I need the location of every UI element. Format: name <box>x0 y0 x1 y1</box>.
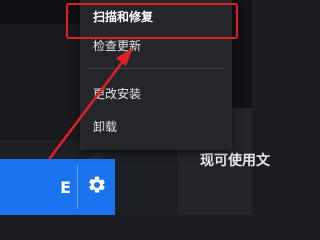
primary-action-button[interactable]: E <box>0 159 77 215</box>
menu-item-uninstall[interactable]: 卸载 <box>80 114 232 140</box>
availability-banner: 现可使用文 <box>200 153 270 169</box>
app-left-panel <box>0 24 80 148</box>
settings-button[interactable] <box>78 159 115 215</box>
gear-icon <box>87 175 107 199</box>
menu-divider <box>88 68 224 69</box>
primary-action-bar: E <box>0 159 115 215</box>
annotation-highlight-box <box>66 3 238 39</box>
menu-item-change-install[interactable]: 更改安装 <box>80 81 232 107</box>
menu-pointer-caret <box>89 150 105 159</box>
